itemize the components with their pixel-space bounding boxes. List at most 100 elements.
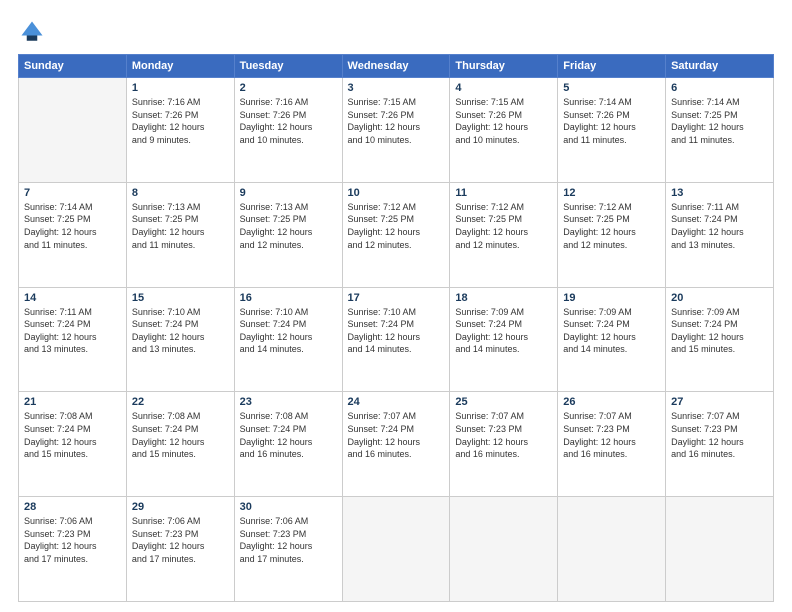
day-info: Sunrise: 7:09 AM Sunset: 7:24 PM Dayligh… <box>671 306 768 356</box>
calendar-cell <box>19 78 127 183</box>
day-info: Sunrise: 7:11 AM Sunset: 7:24 PM Dayligh… <box>671 201 768 251</box>
calendar-header-row: SundayMondayTuesdayWednesdayThursdayFrid… <box>19 55 774 78</box>
calendar-cell: 3 Sunrise: 7:15 AM Sunset: 7:26 PM Daylig… <box>342 78 450 183</box>
day-number: 8 <box>132 187 229 199</box>
day-info: Sunrise: 7:15 AM Sunset: 7:26 PM Dayligh… <box>455 96 552 146</box>
weekday-header: Friday <box>558 55 666 78</box>
calendar-cell: 25Sunrise: 7:07 AM Sunset: 7:23 PM Dayli… <box>450 392 558 497</box>
day-info: Sunrise: 7:16 AM Sunset: 7:26 PM Dayligh… <box>132 96 229 146</box>
day-info: Sunrise: 7:14 AM Sunset: 7:25 PM Dayligh… <box>24 201 121 251</box>
calendar-week-row: 14 Sunrise: 7:11 AM Sunset: 7:24 PM Dayli… <box>19 287 774 392</box>
calendar-cell: 7 Sunrise: 7:14 AM Sunset: 7:25 PM Daylig… <box>19 182 127 287</box>
header <box>18 18 774 46</box>
day-info: Sunrise: 7:13 AM Sunset: 7:25 PM Dayligh… <box>132 201 229 251</box>
calendar-cell: 5 Sunrise: 7:14 AM Sunset: 7:26 PM Daylig… <box>558 78 666 183</box>
day-info: Sunrise: 7:14 AM Sunset: 7:25 PM Dayligh… <box>671 96 768 146</box>
day-number: 24 <box>348 396 445 408</box>
calendar-cell <box>666 497 774 602</box>
day-info: Sunrise: 7:08 AM Sunset: 7:24 PM Dayligh… <box>240 410 337 460</box>
day-info: Sunrise: 7:07 AM Sunset: 7:24 PM Dayligh… <box>348 410 445 460</box>
day-number: 6 <box>671 82 768 94</box>
day-info: Sunrise: 7:06 AM Sunset: 7:23 PM Dayligh… <box>240 515 337 565</box>
day-number: 28 <box>24 501 121 513</box>
calendar-cell: 2 Sunrise: 7:16 AM Sunset: 7:26 PM Daylig… <box>234 78 342 183</box>
weekday-header: Saturday <box>666 55 774 78</box>
day-number: 19 <box>563 292 660 304</box>
day-number: 25 <box>455 396 552 408</box>
calendar-cell <box>558 497 666 602</box>
day-info: Sunrise: 7:14 AM Sunset: 7:26 PM Dayligh… <box>563 96 660 146</box>
calendar-cell: 10 Sunrise: 7:12 AM Sunset: 7:25 PM Dayli… <box>342 182 450 287</box>
calendar-cell: 30 Sunrise: 7:06 AM Sunset: 7:23 PM Dayli… <box>234 497 342 602</box>
day-number: 10 <box>348 187 445 199</box>
calendar-cell <box>450 497 558 602</box>
day-number: 4 <box>455 82 552 94</box>
day-info: Sunrise: 7:12 AM Sunset: 7:25 PM Dayligh… <box>348 201 445 251</box>
calendar-cell: 28 Sunrise: 7:06 AM Sunset: 7:23 PM Dayli… <box>19 497 127 602</box>
calendar-week-row: 21 Sunrise: 7:08 AM Sunset: 7:24 PM Dayli… <box>19 392 774 497</box>
calendar-cell: 26Sunrise: 7:07 AM Sunset: 7:23 PM Dayli… <box>558 392 666 497</box>
day-info: Sunrise: 7:10 AM Sunset: 7:24 PM Dayligh… <box>132 306 229 356</box>
day-number: 7 <box>24 187 121 199</box>
calendar-cell: 17 Sunrise: 7:10 AM Sunset: 7:24 PM Dayli… <box>342 287 450 392</box>
page: SundayMondayTuesdayWednesdayThursdayFrid… <box>0 0 792 612</box>
logo-icon <box>18 18 46 46</box>
calendar-cell: 9Sunrise: 7:13 AM Sunset: 7:25 PM Daylig… <box>234 182 342 287</box>
calendar-week-row: 7 Sunrise: 7:14 AM Sunset: 7:25 PM Daylig… <box>19 182 774 287</box>
day-info: Sunrise: 7:08 AM Sunset: 7:24 PM Dayligh… <box>132 410 229 460</box>
day-number: 5 <box>563 82 660 94</box>
calendar-cell: 4 Sunrise: 7:15 AM Sunset: 7:26 PM Daylig… <box>450 78 558 183</box>
calendar-cell: 8 Sunrise: 7:13 AM Sunset: 7:25 PM Daylig… <box>126 182 234 287</box>
day-number: 16 <box>240 292 337 304</box>
day-info: Sunrise: 7:15 AM Sunset: 7:26 PM Dayligh… <box>348 96 445 146</box>
day-info: Sunrise: 7:12 AM Sunset: 7:25 PM Dayligh… <box>455 201 552 251</box>
weekday-header: Tuesday <box>234 55 342 78</box>
calendar-cell: 15 Sunrise: 7:10 AM Sunset: 7:24 PM Dayli… <box>126 287 234 392</box>
calendar-cell <box>342 497 450 602</box>
day-number: 15 <box>132 292 229 304</box>
calendar-cell: 22 Sunrise: 7:08 AM Sunset: 7:24 PM Dayli… <box>126 392 234 497</box>
calendar-week-row: 28 Sunrise: 7:06 AM Sunset: 7:23 PM Dayli… <box>19 497 774 602</box>
calendar-table: SundayMondayTuesdayWednesdayThursdayFrid… <box>18 54 774 602</box>
calendar-cell: 20 Sunrise: 7:09 AM Sunset: 7:24 PM Dayli… <box>666 287 774 392</box>
logo <box>18 18 50 46</box>
day-info: Sunrise: 7:07 AM Sunset: 7:23 PM Dayligh… <box>563 410 660 460</box>
day-number: 2 <box>240 82 337 94</box>
day-number: 17 <box>348 292 445 304</box>
calendar-cell: 6 Sunrise: 7:14 AM Sunset: 7:25 PM Daylig… <box>666 78 774 183</box>
day-info: Sunrise: 7:10 AM Sunset: 7:24 PM Dayligh… <box>348 306 445 356</box>
day-number: 27 <box>671 396 768 408</box>
day-number: 3 <box>348 82 445 94</box>
calendar-cell: 12Sunrise: 7:12 AM Sunset: 7:25 PM Dayli… <box>558 182 666 287</box>
day-info: Sunrise: 7:11 AM Sunset: 7:24 PM Dayligh… <box>24 306 121 356</box>
day-info: Sunrise: 7:09 AM Sunset: 7:24 PM Dayligh… <box>455 306 552 356</box>
day-number: 1 <box>132 82 229 94</box>
calendar-cell: 14 Sunrise: 7:11 AM Sunset: 7:24 PM Dayli… <box>19 287 127 392</box>
calendar-week-row: 1 Sunrise: 7:16 AM Sunset: 7:26 PM Daylig… <box>19 78 774 183</box>
day-number: 9 <box>240 187 337 199</box>
day-number: 18 <box>455 292 552 304</box>
day-number: 29 <box>132 501 229 513</box>
weekday-header: Sunday <box>19 55 127 78</box>
calendar-cell: 23Sunrise: 7:08 AM Sunset: 7:24 PM Dayli… <box>234 392 342 497</box>
calendar-cell: 21 Sunrise: 7:08 AM Sunset: 7:24 PM Dayli… <box>19 392 127 497</box>
calendar-cell: 19 Sunrise: 7:09 AM Sunset: 7:24 PM Dayli… <box>558 287 666 392</box>
weekday-header: Thursday <box>450 55 558 78</box>
day-number: 20 <box>671 292 768 304</box>
day-number: 14 <box>24 292 121 304</box>
calendar-cell: 29 Sunrise: 7:06 AM Sunset: 7:23 PM Dayli… <box>126 497 234 602</box>
calendar-cell: 1 Sunrise: 7:16 AM Sunset: 7:26 PM Daylig… <box>126 78 234 183</box>
calendar-cell: 16Sunrise: 7:10 AM Sunset: 7:24 PM Dayli… <box>234 287 342 392</box>
day-number: 30 <box>240 501 337 513</box>
day-number: 13 <box>671 187 768 199</box>
day-info: Sunrise: 7:09 AM Sunset: 7:24 PM Dayligh… <box>563 306 660 356</box>
day-info: Sunrise: 7:08 AM Sunset: 7:24 PM Dayligh… <box>24 410 121 460</box>
day-number: 11 <box>455 187 552 199</box>
day-info: Sunrise: 7:06 AM Sunset: 7:23 PM Dayligh… <box>132 515 229 565</box>
weekday-header: Wednesday <box>342 55 450 78</box>
day-info: Sunrise: 7:06 AM Sunset: 7:23 PM Dayligh… <box>24 515 121 565</box>
day-number: 22 <box>132 396 229 408</box>
calendar-cell: 11 Sunrise: 7:12 AM Sunset: 7:25 PM Dayli… <box>450 182 558 287</box>
day-info: Sunrise: 7:16 AM Sunset: 7:26 PM Dayligh… <box>240 96 337 146</box>
day-number: 21 <box>24 396 121 408</box>
